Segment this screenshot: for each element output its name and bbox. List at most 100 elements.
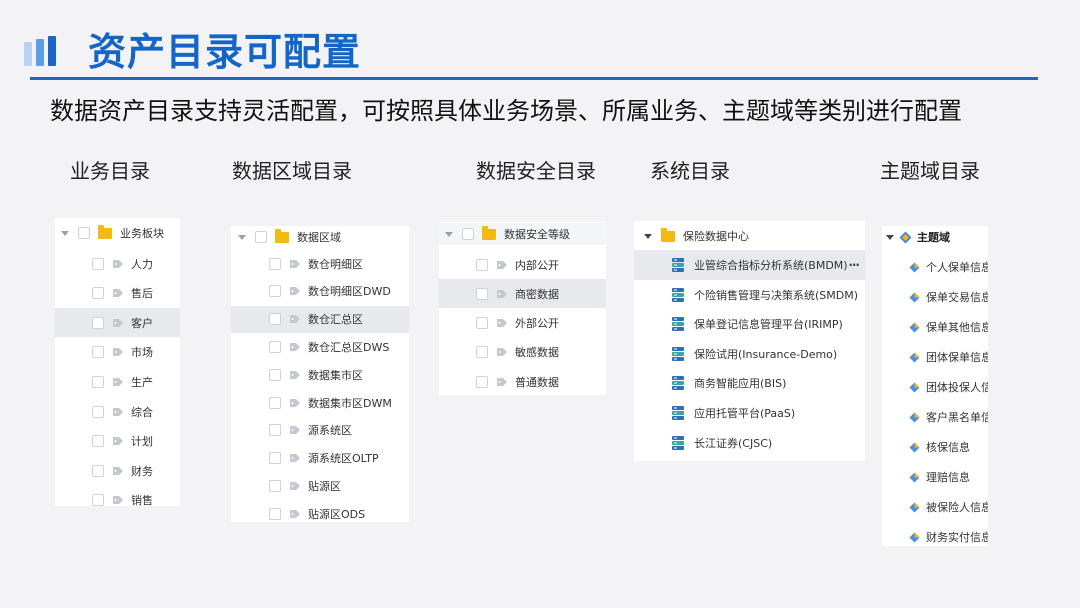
checkbox[interactable] — [476, 317, 488, 330]
tree-item-label: 长江证券(CJSC) — [694, 436, 773, 450]
caret-down-icon[interactable] — [238, 234, 246, 240]
tree-item-label: 销售 — [131, 494, 153, 506]
caret-down-icon[interactable] — [886, 234, 894, 240]
tree-root-row[interactable]: 业务板块 — [55, 222, 180, 244]
tree-item[interactable]: 商密数据 — [439, 279, 606, 309]
checkbox[interactable] — [476, 346, 488, 359]
tree-item[interactable]: 生产 — [55, 367, 180, 396]
tree-item[interactable]: 市场 — [55, 338, 180, 367]
tree-item[interactable]: 保单交易信息 — [882, 286, 988, 308]
tree-item[interactable]: 计划 — [55, 427, 180, 456]
tree-item[interactable]: 源系统区OLTP — [231, 445, 409, 472]
checkbox[interactable] — [92, 287, 104, 300]
checkbox[interactable] — [269, 368, 281, 381]
tree-root-row[interactable]: 数据安全等级 — [439, 223, 606, 245]
database-icon — [672, 346, 684, 361]
checkbox[interactable] — [92, 464, 104, 477]
subject-item-icon — [909, 442, 920, 452]
tree-item[interactable]: 财务实付信息 — [882, 526, 988, 546]
tree-item[interactable]: 外部公开 — [439, 309, 606, 338]
checkbox[interactable] — [269, 507, 281, 520]
tree-root-row[interactable]: 保险数据中心 — [634, 225, 865, 247]
database-icon — [672, 317, 684, 332]
tree-item[interactable]: 团体保单信息 — [882, 346, 988, 368]
tree-item[interactable]: 贴源区ODS — [231, 500, 409, 522]
tree-item[interactable]: 普通数据 — [439, 367, 606, 395]
tree-item[interactable]: 保单其他信息 — [882, 316, 988, 338]
checkbox[interactable] — [269, 396, 281, 409]
tree-item[interactable]: 商务智能应用(BIS) — [634, 368, 865, 398]
checkbox[interactable] — [269, 479, 281, 492]
checkbox[interactable] — [476, 258, 488, 271]
tree-root-label: 数据区域 — [297, 231, 341, 244]
checkbox[interactable] — [92, 494, 104, 506]
tree-item[interactable]: 客户 — [55, 308, 180, 338]
tree-item[interactable]: 财务 — [55, 456, 180, 485]
caret-down-icon[interactable] — [61, 230, 69, 236]
tree-item[interactable]: 数仓明细区 — [231, 250, 409, 277]
tag-icon — [113, 259, 123, 268]
more-options-icon[interactable]: ··· — [848, 258, 860, 272]
tree-item[interactable]: 客户黑名单信息 — [882, 406, 988, 428]
checkbox[interactable] — [92, 316, 104, 329]
tree-item[interactable]: 应用托管平台(PaaS) — [634, 398, 865, 428]
tree-item[interactable]: 保单登记信息管理平台(IRIMP) — [634, 309, 865, 339]
checkbox[interactable] — [462, 228, 474, 240]
tree-item[interactable]: 团体投保人信息 — [882, 376, 988, 398]
checkbox[interactable] — [476, 287, 488, 300]
tag-icon — [290, 315, 300, 324]
tree-item[interactable]: 理赔信息 — [882, 466, 988, 488]
tree-item[interactable]: 核保信息 — [882, 436, 988, 458]
subject-item-icon — [909, 352, 920, 362]
tree-item[interactable]: 数据集市区DWM — [231, 389, 409, 416]
tree-item[interactable]: 人力 — [55, 249, 180, 278]
tree-item-label: 计划 — [131, 435, 153, 449]
checkbox[interactable] — [255, 231, 267, 243]
checkbox[interactable] — [269, 257, 281, 270]
tree-item[interactable]: 数仓汇总区 — [231, 305, 409, 333]
tree-item-label: 商务智能应用(BIS) — [694, 377, 787, 391]
tree-item-label: 客户 — [131, 316, 153, 330]
tree-root-row[interactable]: 数据区域 — [231, 226, 409, 248]
tree-item-label: 保单其他信息 — [926, 321, 988, 334]
database-icon — [672, 376, 684, 391]
tree-item[interactable]: 业管综合指标分析系统(BMDM) ··· — [634, 250, 865, 280]
checkbox[interactable] — [269, 285, 281, 298]
tree-item-label: 数仓明细区DWD — [308, 285, 391, 299]
checkbox[interactable] — [476, 375, 488, 388]
tree-item[interactable]: 源系统区 — [231, 417, 409, 444]
subject-item-icon — [909, 472, 920, 482]
checkbox[interactable] — [92, 346, 104, 359]
checkbox[interactable] — [92, 257, 104, 270]
checkbox[interactable] — [92, 375, 104, 388]
tree-item[interactable]: 销售 — [55, 486, 180, 506]
tree-item[interactable]: 内部公开 — [439, 250, 606, 279]
checkbox[interactable] — [78, 227, 90, 239]
checkbox[interactable] — [269, 313, 281, 326]
heading-system-catalog: 系统目录 — [650, 159, 730, 183]
tree-item-label: 数据集市区 — [308, 368, 363, 382]
caret-down-icon[interactable] — [445, 231, 453, 237]
tree-item[interactable]: 个人保单信息 — [882, 256, 988, 278]
tree-item[interactable]: 数仓汇总区DWS — [231, 333, 409, 360]
checkbox[interactable] — [269, 424, 281, 437]
checkbox[interactable] — [269, 452, 281, 465]
tree-item[interactable]: 敏感数据 — [439, 338, 606, 367]
data-area-catalog-tree: 数据区域 数仓明细区数仓明细区DWD 数仓汇总区 数仓汇总区DWS 数据集市区数据集市… — [231, 226, 409, 522]
checkbox[interactable] — [92, 435, 104, 448]
tree-item[interactable]: 数仓明细区DWD — [231, 278, 409, 305]
tree-item[interactable]: 保险试用(Insurance-Demo) — [634, 339, 865, 369]
tree-item[interactable]: 综合 — [55, 397, 180, 426]
tree-item[interactable]: 个险销售管理与决策系统(SMDM) — [634, 280, 865, 310]
caret-down-icon[interactable] — [644, 233, 652, 239]
tree-item[interactable]: 贴源区 — [231, 472, 409, 499]
checkbox[interactable] — [92, 405, 104, 418]
tree-item[interactable]: 售后 — [55, 279, 180, 308]
tree-item[interactable]: 被保险人信息 — [882, 496, 988, 518]
subject-item-icon — [909, 502, 920, 512]
checkbox[interactable] — [269, 340, 281, 353]
tree-item[interactable]: 长江证券(CJSC) — [634, 428, 865, 458]
tree-item[interactable]: 数据集市区 — [231, 361, 409, 388]
tree-item-label: 商密数据 — [515, 287, 559, 301]
tree-root-row[interactable]: 主题域 — [882, 227, 988, 247]
